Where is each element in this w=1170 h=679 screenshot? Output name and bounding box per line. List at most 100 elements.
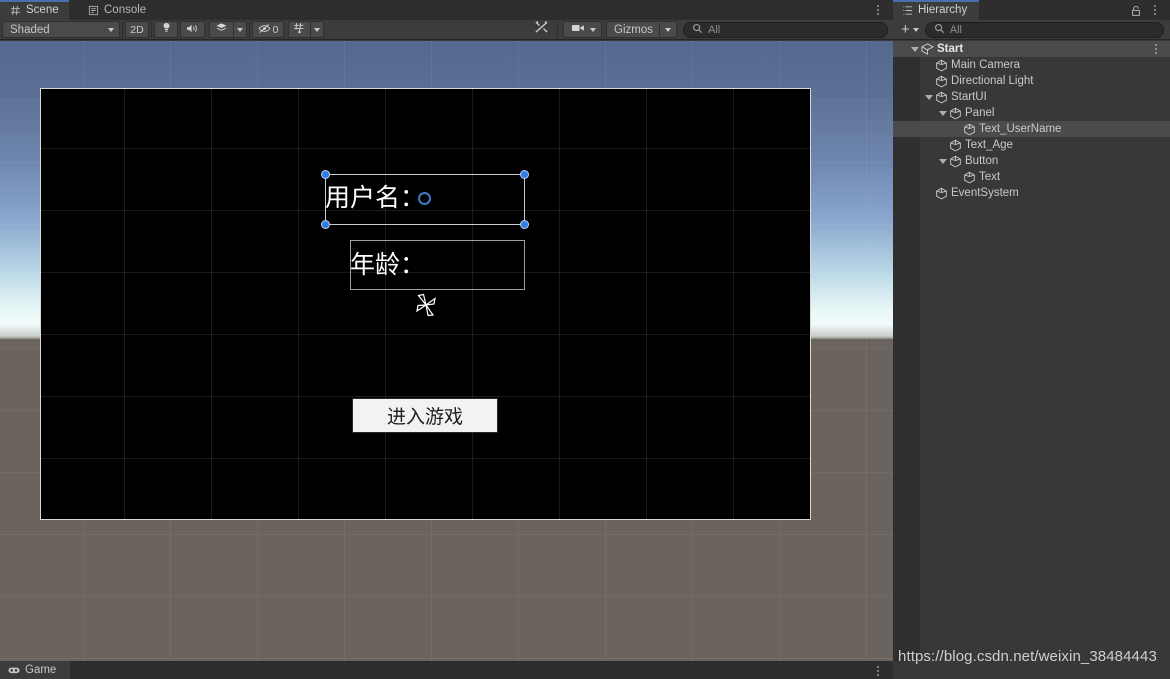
hierarchy-tree[interactable]: Start Main Camera Directional Light StartUI… bbox=[893, 41, 1170, 661]
hierarchy-item-directional-light[interactable]: Directional Light bbox=[893, 73, 1170, 89]
hierarchy-item-label: Button bbox=[965, 155, 998, 167]
hierarchy-item-start[interactable]: Start bbox=[893, 41, 1170, 57]
lighting-toggle-button[interactable] bbox=[154, 21, 178, 38]
expand-arrow-icon[interactable] bbox=[937, 159, 948, 164]
hierarchy-item-label: EventSystem bbox=[951, 187, 1019, 199]
hierarchy-toolbar: + All bbox=[893, 20, 1170, 40]
ui-label-age: 年龄： bbox=[350, 252, 425, 277]
tab-game-label: Game bbox=[25, 664, 56, 676]
hierarchy-item-main-camera[interactable]: Main Camera bbox=[893, 57, 1170, 73]
gameobject-icon bbox=[962, 123, 976, 136]
fx-dropdown-button[interactable] bbox=[233, 21, 247, 38]
tab-scene[interactable]: Scene bbox=[0, 0, 69, 20]
watermark-text: https://blog.csdn.net/weixin_38484443 bbox=[898, 648, 1157, 665]
expand-arrow-icon[interactable] bbox=[937, 111, 948, 116]
fx-toggle-button[interactable] bbox=[209, 21, 233, 38]
search-icon bbox=[934, 23, 945, 37]
expand-arrow-icon[interactable] bbox=[909, 47, 920, 52]
chevron-down-icon bbox=[108, 28, 114, 32]
add-gameobject-label: + bbox=[901, 21, 910, 38]
toggle-2d-label: 2D bbox=[130, 24, 143, 36]
lightbulb-icon bbox=[161, 22, 172, 37]
expand-arrow-icon[interactable] bbox=[923, 95, 934, 100]
hierarchy-search-placeholder: All bbox=[950, 24, 962, 36]
kebab-menu-icon[interactable] bbox=[872, 664, 884, 677]
ui-label-username: 用户名： bbox=[325, 185, 425, 210]
add-gameobject-button[interactable]: + bbox=[899, 21, 921, 38]
chevron-down-icon bbox=[913, 28, 919, 32]
hierarchy-item-startui[interactable]: StartUI bbox=[893, 89, 1170, 105]
hierarchy-item-panel[interactable]: Panel bbox=[893, 105, 1170, 121]
chevron-down-icon bbox=[237, 28, 243, 32]
grid-snap-icon bbox=[293, 22, 306, 37]
search-icon bbox=[692, 23, 703, 37]
move-tool-gizmo-icon[interactable] bbox=[411, 291, 441, 319]
gameobject-icon bbox=[962, 171, 976, 184]
resize-handle-top-left[interactable] bbox=[321, 170, 330, 179]
toolbar-divider bbox=[557, 22, 558, 38]
toolbar-divider bbox=[151, 22, 152, 38]
hierarchy-item-text[interactable]: Text bbox=[893, 169, 1170, 185]
kebab-menu-icon[interactable] bbox=[1149, 3, 1161, 17]
audio-toggle-button[interactable] bbox=[180, 21, 205, 38]
pivot-handle-icon[interactable] bbox=[418, 192, 431, 205]
kebab-menu-icon[interactable] bbox=[872, 3, 884, 17]
tab-console[interactable]: Console bbox=[78, 0, 156, 20]
gameobject-icon bbox=[934, 91, 948, 104]
gizmos-dropdown-arrow[interactable] bbox=[660, 28, 676, 32]
tab-hierarchy-label: Hierarchy bbox=[918, 4, 967, 16]
hierarchy-item-text-age[interactable]: Text_Age bbox=[893, 137, 1170, 153]
hierarchy-search-input[interactable]: All bbox=[925, 22, 1164, 38]
scene-tab-bar: Scene Console bbox=[0, 0, 893, 20]
lock-icon[interactable] bbox=[1130, 4, 1142, 16]
scene-icon bbox=[920, 43, 934, 56]
hierarchy-item-label: Text_Age bbox=[965, 139, 1013, 151]
speaker-icon bbox=[186, 23, 199, 37]
scene-search-input[interactable]: All bbox=[683, 22, 888, 38]
tab-hierarchy[interactable]: Hierarchy bbox=[893, 0, 979, 20]
ui-button-enter-game-label: 进入游戏 bbox=[387, 402, 463, 429]
tab-console-label: Console bbox=[104, 4, 146, 16]
gamepad-icon bbox=[8, 664, 20, 676]
tab-game[interactable]: Game bbox=[0, 661, 70, 679]
hierarchy-item-button[interactable]: Button bbox=[893, 153, 1170, 169]
hierarchy-item-eventsystem[interactable]: EventSystem bbox=[893, 185, 1170, 201]
hierarchy-tab-bar: Hierarchy bbox=[893, 0, 1170, 20]
eye-off-icon bbox=[258, 23, 271, 37]
tab-scene-label: Scene bbox=[26, 4, 59, 16]
grid-icon bbox=[9, 4, 21, 16]
hierarchy-item-label: Start bbox=[937, 43, 963, 55]
kebab-menu-icon[interactable] bbox=[1151, 42, 1161, 56]
hierarchy-item-label: StartUI bbox=[951, 91, 987, 103]
resize-handle-bottom-left[interactable] bbox=[321, 220, 330, 229]
tools-button[interactable] bbox=[527, 20, 555, 39]
gameobject-icon bbox=[934, 59, 948, 72]
hidden-objects-button[interactable]: 0 bbox=[252, 21, 284, 38]
ui-button-enter-game[interactable]: 进入游戏 bbox=[352, 398, 498, 433]
gizmos-dropdown[interactable]: Gizmos bbox=[606, 21, 677, 38]
hierarchy-item-text-username[interactable]: Text_UserName bbox=[893, 121, 1170, 137]
scene-search-placeholder: All bbox=[708, 24, 720, 36]
chevron-down-icon bbox=[665, 28, 671, 32]
chevron-down-icon bbox=[590, 28, 596, 32]
draw-mode-dropdown[interactable]: Shaded bbox=[2, 21, 120, 38]
scene-panel: Scene Console Shaded 2D bbox=[0, 0, 893, 679]
grid-dropdown-button[interactable] bbox=[310, 21, 324, 38]
hierarchy-item-label: Directional Light bbox=[951, 75, 1033, 87]
tools-icon bbox=[534, 20, 549, 39]
hierarchy-item-label: Text_UserName bbox=[979, 123, 1061, 135]
grid-snap-button[interactable] bbox=[288, 21, 310, 38]
hierarchy-item-label: Text bbox=[979, 171, 1000, 183]
toggle-2d-button[interactable]: 2D bbox=[125, 21, 149, 38]
layers-icon bbox=[215, 22, 228, 37]
scene-toolbar: Shaded 2D bbox=[0, 20, 893, 40]
hierarchy-icon bbox=[901, 4, 913, 16]
hierarchy-item-label: Main Camera bbox=[951, 59, 1020, 71]
hierarchy-panel: Hierarchy + All Start Main Camera Directio… bbox=[893, 0, 1170, 679]
gameobject-icon bbox=[934, 187, 948, 200]
resize-handle-top-right[interactable] bbox=[520, 170, 529, 179]
scene-toolbar-right: Gizmos All bbox=[527, 20, 893, 39]
hierarchy-item-label: Panel bbox=[965, 107, 994, 119]
scene-camera-dropdown[interactable] bbox=[563, 21, 602, 38]
resize-handle-bottom-right[interactable] bbox=[520, 220, 529, 229]
